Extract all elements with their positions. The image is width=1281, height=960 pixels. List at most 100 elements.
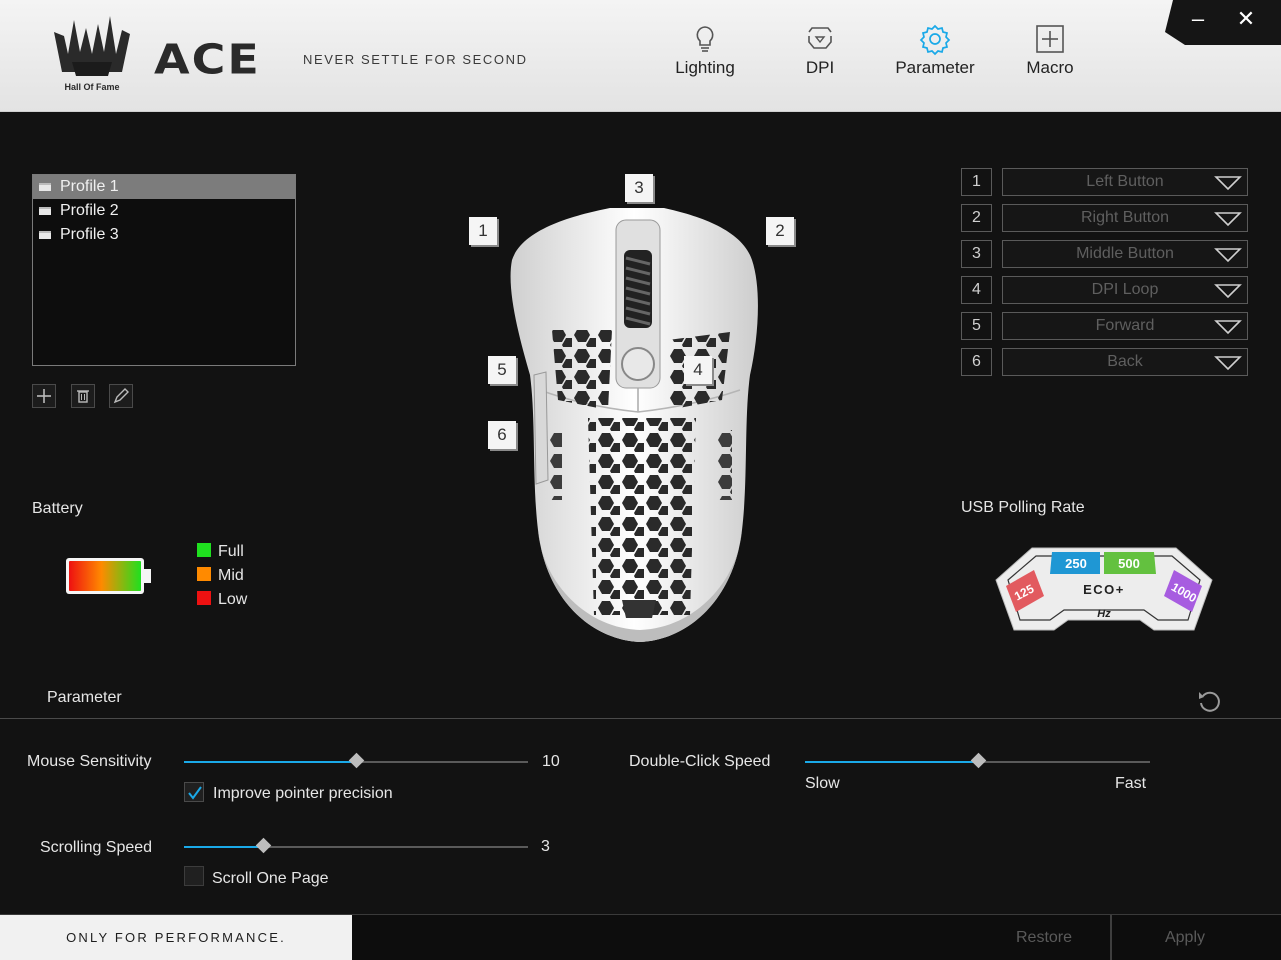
assignment-dropdown-5[interactable]: Forward	[1002, 312, 1248, 340]
mouse-marker-5[interactable]: 5	[488, 356, 516, 384]
mouse-sensitivity-label: Mouse Sensitivity	[27, 753, 152, 770]
double-click-speed-label: Double-Click Speed	[629, 753, 771, 770]
battery-legend-mid: Mid	[197, 567, 244, 585]
delete-profile-button[interactable]	[71, 384, 95, 408]
mouse-sensitivity-slider[interactable]	[184, 752, 528, 769]
battery-legend-label: Mid	[218, 567, 244, 584]
mouse-sensitivity-value: 10	[542, 753, 560, 770]
add-profile-button[interactable]	[32, 384, 56, 408]
macro-plus-icon	[1036, 25, 1064, 53]
tab-macro[interactable]: Macro	[995, 22, 1105, 86]
polling-500-label: 500	[1118, 556, 1140, 571]
assignment-number: 1	[961, 168, 992, 196]
double-click-fast-label: Fast	[1115, 775, 1147, 792]
folder-icon	[39, 183, 51, 191]
rename-profile-button[interactable]	[109, 384, 133, 408]
folder-icon	[39, 231, 51, 239]
assignment-dropdown-1[interactable]: Left Button	[1002, 168, 1248, 196]
profile-item-label: Profile 1	[60, 178, 119, 195]
window-controls: – ✕	[1163, 0, 1281, 45]
scrolling-speed-value: 3	[541, 838, 550, 855]
mouse-marker-2[interactable]: 2	[766, 217, 794, 245]
profile-item-1[interactable]: Profile 1	[33, 175, 295, 199]
apply-button[interactable]: Apply	[1114, 915, 1256, 960]
assignment-dropdown-6[interactable]: Back	[1002, 348, 1248, 376]
mouse-marker-1[interactable]: 1	[469, 217, 497, 245]
assignment-value: Left Button	[1086, 173, 1164, 190]
improve-precision-label: Improve pointer precision	[213, 785, 393, 802]
profile-list: Profile 1 Profile 2 Profile 3	[32, 174, 296, 366]
chevron-down-icon	[1214, 248, 1242, 263]
tab-parameter-label: Parameter	[895, 58, 975, 77]
profile-item-label: Profile 2	[60, 202, 119, 219]
close-button[interactable]: ✕	[1231, 6, 1261, 34]
assignment-dropdown-3[interactable]: Middle Button	[1002, 240, 1248, 268]
window-controls-background	[1165, 0, 1281, 45]
mouse-marker-4[interactable]: 4	[684, 356, 712, 384]
brand-name: ACE	[154, 34, 261, 84]
footer-bar: ONLY FOR PERFORMANCE. Restore Apply	[0, 914, 1281, 960]
battery-title: Battery	[32, 500, 83, 517]
assignment-value: Back	[1107, 353, 1143, 370]
dpi-icon	[808, 27, 832, 49]
battery-legend-low: Low	[197, 591, 247, 609]
polling-rate-selector: 125 250 500 1000 ECO+ Hz	[995, 547, 1213, 631]
assignment-number: 5	[961, 312, 992, 340]
assignment-dropdown-4[interactable]: DPI Loop	[1002, 276, 1248, 304]
slider-thumb[interactable]	[970, 752, 986, 769]
profile-item-label: Profile 3	[60, 226, 119, 243]
low-swatch	[197, 591, 211, 605]
chevron-down-icon	[1214, 320, 1242, 335]
mouse-marker-6[interactable]: 6	[488, 421, 516, 449]
battery-legend-label: Low	[218, 591, 248, 608]
slider-thumb[interactable]	[255, 837, 272, 854]
tab-parameter[interactable]: Parameter	[880, 22, 990, 86]
chevron-down-icon	[1214, 284, 1242, 299]
slider-thumb[interactable]	[348, 752, 365, 769]
improve-precision-checkbox[interactable]	[184, 782, 204, 802]
assignment-number: 6	[961, 348, 992, 376]
reset-icon[interactable]	[1196, 688, 1222, 714]
bulb-icon	[696, 26, 714, 52]
assignment-number: 2	[961, 204, 992, 232]
polling-250-label: 250	[1065, 556, 1087, 571]
double-click-speed-slider[interactable]	[805, 752, 1150, 769]
minimize-button[interactable]: –	[1183, 6, 1213, 34]
gear-icon	[919, 24, 951, 56]
scrolling-speed-label: Scrolling Speed	[40, 839, 153, 856]
mouse-image	[510, 208, 758, 642]
restore-button[interactable]: Restore	[980, 915, 1108, 960]
profile-item-2[interactable]: Profile 2	[33, 199, 295, 223]
footer-slogan: ONLY FOR PERFORMANCE.	[0, 915, 352, 960]
scroll-one-page-checkbox[interactable]	[184, 866, 204, 886]
parameter-section-title: Parameter	[47, 689, 122, 706]
tab-dpi[interactable]: DPI	[765, 22, 875, 86]
hall-of-fame-logo: Hall Of Fame	[54, 16, 130, 92]
profile-item-3[interactable]: Profile 3	[33, 223, 295, 247]
plus-icon	[37, 389, 51, 403]
logo-caption: Hall Of Fame	[64, 82, 119, 92]
polling-unit-label: Hz	[1097, 608, 1111, 620]
mid-swatch	[197, 567, 211, 581]
assignment-number: 3	[961, 240, 992, 268]
tab-lighting[interactable]: Lighting	[650, 22, 760, 86]
chevron-down-icon	[1214, 212, 1242, 227]
assignment-value: Middle Button	[1076, 245, 1174, 262]
scrolling-speed-slider[interactable]	[184, 837, 528, 854]
tab-dpi-label: DPI	[805, 58, 835, 77]
app-window: Hall Of Fame ACE NEVER SETTLE FOR SECOND…	[0, 0, 1281, 960]
assignment-dropdown-2[interactable]: Right Button	[1002, 204, 1248, 232]
slider-fill	[805, 761, 978, 763]
header-bar: Hall Of Fame ACE NEVER SETTLE FOR SECOND…	[0, 0, 1281, 112]
header-slogan: NEVER SETTLE FOR SECOND	[303, 52, 528, 67]
battery-legend-full: Full	[197, 543, 244, 561]
mouse-marker-3[interactable]: 3	[625, 174, 653, 202]
polling-rate-title: USB Polling Rate	[961, 499, 1085, 516]
tab-lighting-label: Lighting	[675, 58, 735, 77]
parameter-divider	[0, 718, 1281, 719]
battery-legend-label: Full	[218, 543, 244, 560]
scroll-one-page-label: Scroll One Page	[212, 870, 329, 887]
chevron-down-icon	[1214, 176, 1242, 191]
slider-fill	[184, 846, 264, 848]
tab-macro-label: Macro	[1026, 58, 1074, 77]
